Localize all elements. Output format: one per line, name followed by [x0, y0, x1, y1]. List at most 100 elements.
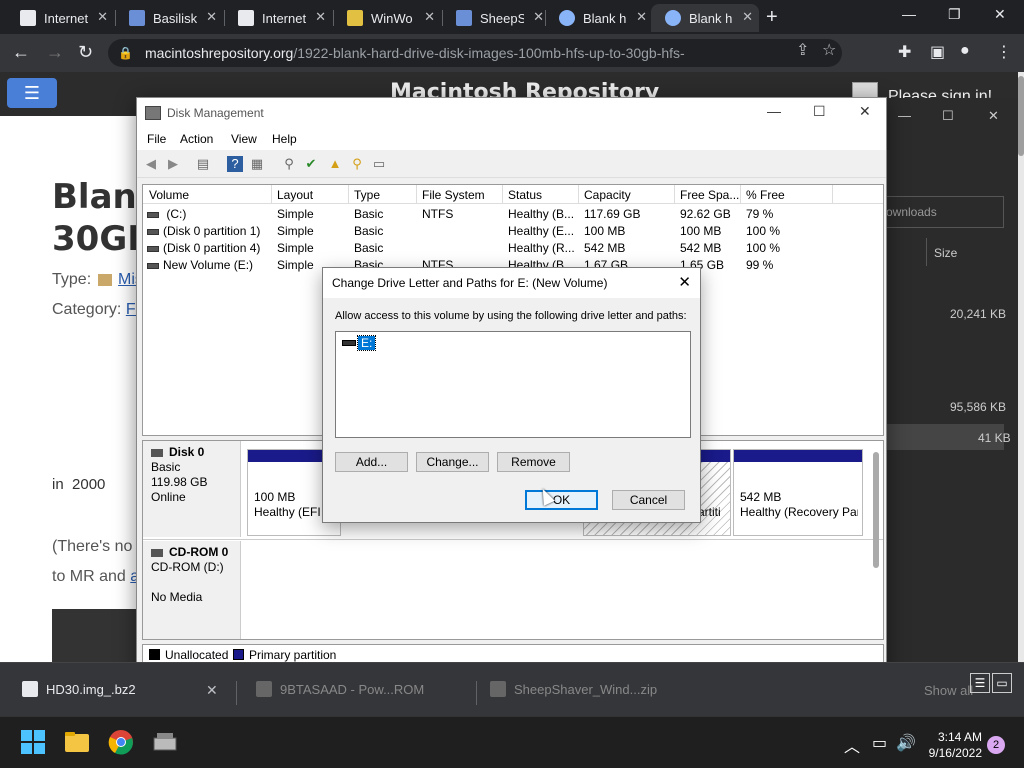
share-icon[interactable]: ⇪: [796, 40, 809, 60]
change-button[interactable]: Change...: [416, 452, 489, 472]
minimize-icon[interactable]: —: [902, 6, 916, 22]
menu-action[interactable]: Action: [180, 132, 213, 146]
download-item[interactable]: SheepShaver_Wind...zip: [490, 681, 657, 697]
col-volume[interactable]: Volume: [149, 188, 189, 202]
ok-button[interactable]: OK: [525, 490, 598, 510]
tab-2[interactable]: Basilisk ✕: [115, 4, 223, 32]
reload-icon[interactable]: ↻: [78, 42, 93, 63]
minimize-icon[interactable]: —: [898, 108, 911, 123]
chrome-icon[interactable]: [108, 729, 134, 755]
minimize-icon[interactable]: —: [767, 103, 781, 119]
drive-letter-entry[interactable]: E:: [356, 335, 377, 351]
address-bar[interactable]: 🔒 macintoshrepository.org/1922-blank-har…: [108, 39, 842, 67]
lower-pane-scrollbar[interactable]: [873, 452, 879, 568]
downloads-search-input[interactable]: ownloads: [880, 196, 1004, 228]
tab-6[interactable]: Blank h ✕: [545, 4, 653, 32]
forward-arrow-icon[interactable]: ▶: [165, 156, 181, 172]
file-explorer-icon[interactable]: [64, 729, 90, 755]
disk-name: Disk 0: [169, 445, 205, 459]
download-item[interactable]: 9BTASAAD - Pow...ROM: [256, 681, 424, 697]
col-status[interactable]: Status: [508, 188, 542, 202]
close-icon[interactable]: ✕: [206, 9, 217, 25]
menu-file[interactable]: File: [147, 132, 166, 146]
extensions-puzzle-icon[interactable]: ✚: [898, 42, 911, 62]
menu-help[interactable]: Help: [272, 132, 297, 146]
remove-button[interactable]: Remove: [497, 452, 570, 472]
table-row[interactable]: (Disk 0 partition 1) Simple Basic Health…: [143, 222, 883, 239]
volume-layout: Simple: [277, 258, 314, 272]
close-window-icon[interactable]: ✕: [994, 6, 1006, 23]
maximize-icon[interactable]: ☐: [942, 108, 954, 124]
list-view-icon[interactable]: ▦: [249, 156, 265, 172]
dialog-title-bar[interactable]: Change Drive Letter and Paths for E: (Ne…: [323, 268, 700, 298]
network-icon[interactable]: ▭: [872, 733, 887, 753]
tab-1[interactable]: Internet ✕: [6, 4, 114, 32]
back-arrow-icon[interactable]: ◀: [143, 156, 159, 172]
restore-icon[interactable]: ❐: [948, 6, 961, 23]
connect-icon[interactable]: ⚲: [281, 156, 297, 172]
col-capacity[interactable]: Capacity: [584, 188, 631, 202]
close-icon[interactable]: ✕: [678, 273, 691, 291]
table-row[interactable]: (C:) Simple Basic NTFS Healthy (B... 117…: [143, 205, 883, 222]
details-view-icon[interactable]: ☰: [970, 673, 990, 693]
folder-up-icon[interactable]: ▲: [327, 156, 343, 172]
partition-recovery[interactable]: 542 MB Healthy (Recovery Par: [733, 449, 863, 536]
download-item[interactable]: HD30.img_.bz2: [22, 681, 136, 697]
add-button[interactable]: Add...: [335, 452, 408, 472]
close-icon[interactable]: ✕: [742, 9, 753, 25]
browser-tab-strip: Internet ✕ Basilisk ✕ Internet ✕ WinWo ✕…: [0, 0, 1024, 34]
col-type[interactable]: Type: [354, 188, 380, 202]
maximize-icon[interactable]: ☐: [813, 103, 826, 120]
properties-icon[interactable]: ▭: [371, 156, 387, 172]
volume-icon[interactable]: 🔊: [896, 733, 916, 753]
side-panel-icon[interactable]: ▣: [930, 42, 945, 62]
close-icon[interactable]: ✕: [859, 103, 871, 120]
clock[interactable]: 3:14 AM 9/16/2022: [924, 729, 982, 761]
tab-3[interactable]: Internet ✕: [224, 4, 332, 32]
bookmark-star-icon[interactable]: ☆: [822, 40, 836, 60]
volume-status: Healthy (E...: [508, 224, 575, 238]
col-layout[interactable]: Layout: [277, 188, 313, 202]
note-line-1: (There's no: [52, 538, 133, 555]
col-percent-free[interactable]: % Free: [746, 188, 785, 202]
search-folder-icon[interactable]: ⚲: [349, 156, 365, 172]
disk-management-icon[interactable]: [152, 729, 178, 755]
hamburger-menu-button[interactable]: ☰: [7, 78, 57, 108]
partition-status: artiti: [698, 505, 721, 519]
new-tab-button[interactable]: +: [766, 6, 778, 29]
close-icon[interactable]: ✕: [636, 9, 647, 25]
size-column-header[interactable]: Size: [934, 246, 957, 260]
profile-icon[interactable]: ●: [960, 42, 970, 60]
console-tree-icon[interactable]: ▤: [195, 156, 211, 172]
checklist-icon[interactable]: ✔: [303, 156, 319, 172]
large-icons-view-icon[interactable]: ▭: [992, 673, 1012, 693]
cdrom-0-label[interactable]: CD-ROM 0 CD-ROM (D:) No Media: [143, 541, 241, 639]
close-icon[interactable]: ✕: [315, 9, 326, 25]
disk-0-label[interactable]: Disk 0 Basic 119.98 GB Online: [143, 441, 241, 537]
windows-start-icon[interactable]: [20, 729, 46, 755]
tab-5[interactable]: SheepS ✕: [442, 4, 550, 32]
tab-7-active[interactable]: Blank h ✕: [651, 4, 759, 32]
drive-paths-list[interactable]: E:: [335, 331, 691, 438]
window-title-bar[interactable]: Disk Management — ☐ ✕: [137, 98, 886, 128]
close-icon[interactable]: ✕: [206, 682, 218, 699]
cancel-button[interactable]: Cancel: [612, 490, 685, 510]
menu-view[interactable]: View: [231, 132, 257, 146]
forward-arrow-icon[interactable]: →: [46, 42, 64, 63]
table-row[interactable]: (Disk 0 partition 4) Simple Basic Health…: [143, 239, 883, 256]
menu-dots-icon[interactable]: ⋮: [996, 42, 1012, 62]
col-file-system[interactable]: File System: [422, 188, 485, 202]
notification-badge[interactable]: 2: [987, 736, 1005, 754]
back-arrow-icon[interactable]: ←: [12, 42, 30, 63]
tab-4[interactable]: WinWo ✕: [333, 4, 441, 32]
page-scrollbar[interactable]: [1018, 72, 1024, 662]
close-icon[interactable]: ✕: [533, 9, 544, 25]
close-icon[interactable]: ✕: [97, 9, 108, 25]
close-icon[interactable]: ✕: [424, 9, 435, 25]
chevron-up-icon[interactable]: ︿: [844, 733, 860, 757]
close-icon[interactable]: ✕: [988, 108, 999, 124]
list-item[interactable]: E:: [342, 335, 377, 351]
help-icon[interactable]: ?: [227, 156, 243, 172]
show-all-button[interactable]: Show all: [924, 683, 973, 698]
col-free-space[interactable]: Free Spa...: [680, 188, 739, 202]
